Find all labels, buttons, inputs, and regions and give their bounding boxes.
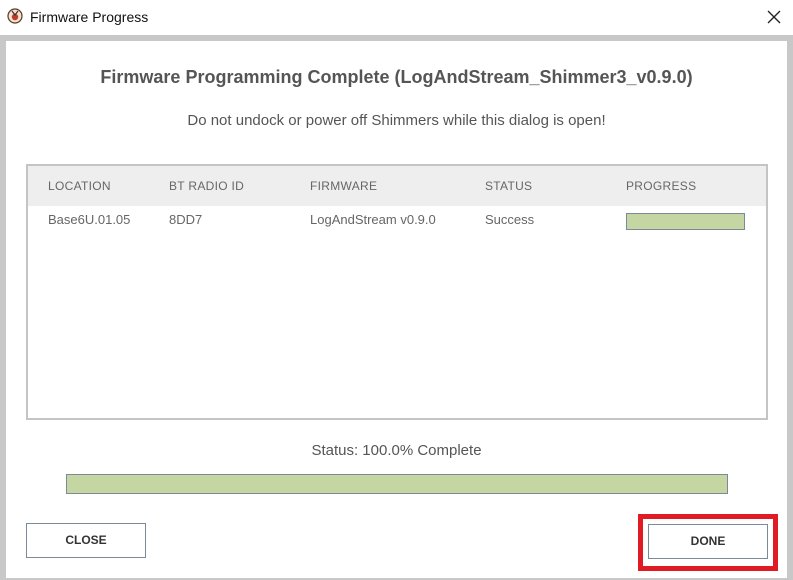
table-header: LOCATION BT RADIO ID FIRMWARE STATUS PRO… (28, 166, 766, 206)
warning-message: Do not undock or power off Shimmers whil… (187, 112, 606, 129)
column-header-location: LOCATION (48, 179, 111, 193)
column-header-bt-radio-id: BT RADIO ID (169, 179, 245, 193)
column-header-progress: PROGRESS (626, 179, 697, 193)
window-title: Firmware Progress (30, 9, 149, 25)
table-row[interactable]: Base6U.01.05 8DD7 LogAndStream v0.9.0 Su… (28, 208, 766, 236)
cell-location: Base6U.01.05 (48, 212, 131, 227)
dialog-panel: Firmware Programming Complete (LogAndStr… (6, 41, 787, 578)
close-button[interactable]: CLOSE (26, 523, 146, 558)
close-x-icon[interactable] (763, 6, 785, 28)
dialog-heading: Firmware Programming Complete (LogAndStr… (100, 67, 693, 87)
overall-progress-bar (66, 474, 728, 494)
row-progress-bar (626, 213, 745, 230)
shimmer-app-icon (7, 8, 23, 24)
device-table: LOCATION BT RADIO ID FIRMWARE STATUS PRO… (26, 164, 768, 420)
cell-status: Success (485, 212, 535, 227)
title-bar: Firmware Progress (0, 0, 793, 35)
column-header-status: STATUS (485, 179, 533, 193)
cell-firmware: LogAndStream v0.9.0 (310, 212, 436, 227)
done-button[interactable]: DONE (648, 524, 768, 559)
cell-bt-radio-id: 8DD7 (169, 212, 203, 227)
status-text: Status: 100.0% Complete (311, 442, 482, 459)
column-header-firmware: FIRMWARE (310, 179, 378, 193)
